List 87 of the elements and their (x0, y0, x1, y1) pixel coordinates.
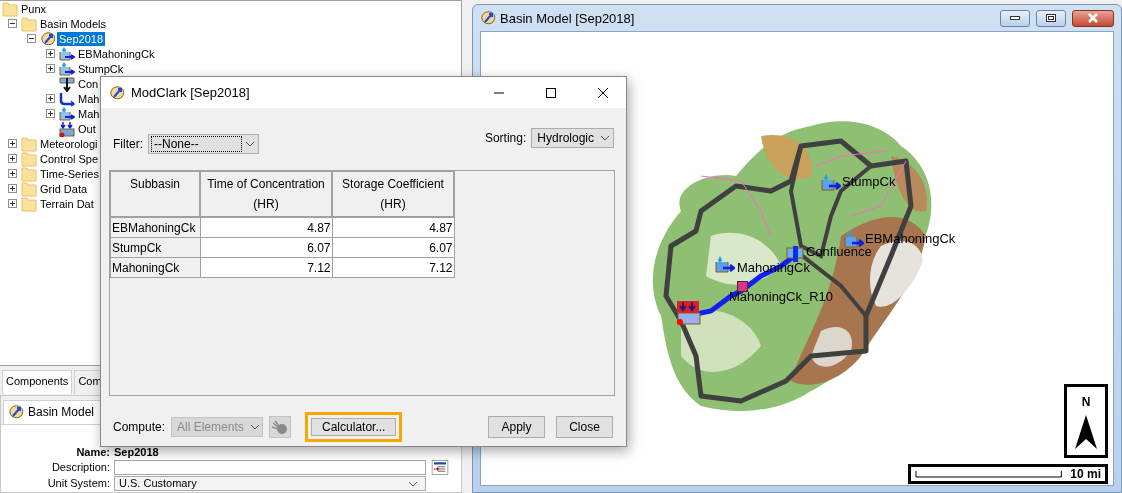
expand-toggle[interactable] (8, 199, 17, 208)
sorting-label: Sorting: (484, 131, 527, 145)
minimize-icon (1010, 16, 1020, 20)
restore-button[interactable] (1036, 9, 1066, 27)
compute-label: Compute: (113, 420, 166, 434)
row-header: EBMahoningCk (110, 217, 200, 238)
tree-item[interactable]: Meteorologi (38, 136, 100, 151)
tree-item[interactable]: Mah (76, 106, 102, 121)
basin-model-icon (109, 84, 125, 101)
tree-item[interactable]: StumpCk (76, 61, 126, 76)
scale-bar-icon (915, 470, 1063, 478)
collapse-toggle[interactable] (8, 19, 17, 28)
sorting-dropdown[interactable]: Hydrologic (531, 128, 614, 148)
expand-toggle[interactable] (8, 169, 17, 178)
filter-label: Filter: (113, 137, 143, 151)
folder-icon (21, 165, 37, 182)
unit-system-label: Unit System: (46, 477, 111, 490)
dialog-title: ModClark [Sep2018] (131, 85, 251, 100)
tree-item[interactable]: Control Spe (38, 151, 101, 166)
tree-item[interactable]: Terrain Dat (38, 196, 96, 211)
folder-icon (21, 15, 37, 32)
subbasin-icon (59, 45, 75, 62)
tree-item[interactable]: Out (76, 121, 98, 136)
name-label: Name: (75, 446, 111, 459)
element-label: MahoningCk_R10 (729, 290, 834, 304)
filter-dropdown[interactable]: --None-- (148, 134, 259, 154)
close-icon (597, 86, 609, 99)
junction-icon[interactable] (786, 246, 804, 262)
close-dialog-button[interactable]: Close (556, 416, 613, 438)
folder-icon (21, 180, 37, 197)
tree-item[interactable]: Punx (19, 1, 49, 16)
column-header: Time of Concentration (HR) (200, 171, 332, 217)
expand-toggle[interactable] (46, 94, 55, 103)
reach-icon[interactable] (737, 281, 748, 292)
tree-item[interactable]: Mah (76, 91, 102, 106)
apply-button[interactable]: Apply (488, 416, 545, 438)
tree-item[interactable]: Con (76, 76, 101, 91)
basin-model-icon (8, 404, 24, 420)
north-label: N (1081, 395, 1091, 409)
north-arrow-icon (1074, 415, 1098, 451)
window-title: Basin Model [Sep2018] (500, 10, 636, 26)
sink-icon[interactable] (677, 301, 701, 325)
calculator-button[interactable]: Calculator... (305, 412, 403, 442)
folder-icon (21, 195, 37, 212)
subbasin-icon[interactable] (821, 174, 841, 192)
tree-item[interactable]: Basin Models (38, 16, 109, 31)
name-value: Sep2018 (114, 446, 160, 459)
folder-icon (2, 0, 18, 17)
subbasin-icon (59, 105, 75, 122)
collapse-toggle[interactable] (27, 34, 36, 43)
column-header: Subbasin (110, 171, 200, 217)
close-icon (1087, 13, 1099, 23)
row-header: MahoningCk (110, 257, 200, 278)
basin-model-icon (480, 10, 496, 26)
sink-icon (59, 120, 75, 137)
close-button[interactable] (1072, 9, 1114, 27)
column-header: Storage Coefficient (HR) (332, 171, 454, 217)
folder-icon (21, 150, 37, 167)
junction-icon (59, 75, 75, 92)
expand-toggle[interactable] (8, 184, 17, 193)
expand-toggle[interactable] (8, 154, 17, 163)
expand-toggle[interactable] (46, 49, 55, 58)
tree-item[interactable]: Grid Data (38, 181, 90, 196)
tree-item[interactable]: Sep2018 (57, 31, 106, 46)
row-header: StumpCk (110, 237, 200, 258)
expand-toggle[interactable] (46, 109, 55, 118)
edit-text-icon[interactable] (430, 460, 450, 475)
unit-system-dropdown[interactable]: U.S. Customary (114, 476, 426, 491)
subbasin-icon[interactable] (844, 231, 864, 249)
reach-icon (59, 90, 75, 107)
editor-tab-label: Basin Model (28, 405, 95, 419)
maximize-icon (545, 86, 557, 99)
minimize-button[interactable] (1000, 9, 1030, 27)
subbasin-icon (59, 60, 75, 77)
expand-toggle[interactable] (8, 139, 17, 148)
description-field[interactable] (114, 460, 426, 475)
description-label: Description: (50, 461, 111, 474)
tree-item[interactable]: Time-Series (38, 166, 101, 181)
expand-toggle[interactable] (46, 64, 55, 73)
restore-icon (1046, 14, 1056, 22)
subbasin-icon[interactable] (715, 256, 735, 274)
tree-item[interactable]: EBMahoningCk (76, 46, 157, 61)
panel-tab[interactable]: Components (2, 370, 73, 394)
compute-icon[interactable] (269, 416, 292, 438)
folder-icon (21, 135, 37, 152)
scale-label: 10 mi (1070, 467, 1101, 481)
basin-model-icon (40, 30, 56, 47)
